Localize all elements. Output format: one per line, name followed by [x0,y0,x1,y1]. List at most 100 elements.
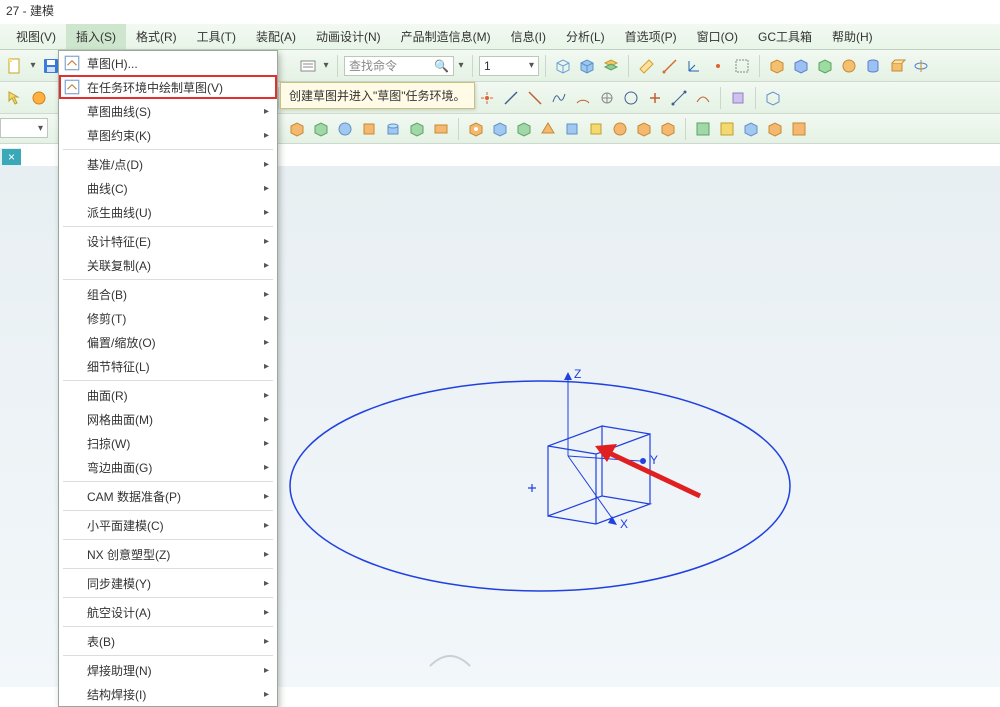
feature-icon[interactable] [489,118,511,140]
feature-icon[interactable] [633,118,655,140]
line-icon[interactable] [500,87,522,109]
feature-icon[interactable] [382,118,404,140]
center-icon[interactable] [596,87,618,109]
menu-tools[interactable]: 工具(T) [187,24,246,49]
menu-window[interactable]: 窗口(O) [687,24,748,49]
chevron-down-icon[interactable]: ▾ [321,60,331,71]
wireframe-cube-icon[interactable] [552,55,574,77]
dropdown-item[interactable]: 偏置/缩放(O)▸ [59,330,277,354]
feature-icon[interactable] [585,118,607,140]
menu-assembly[interactable]: 装配(A) [246,24,306,49]
transparent-cube-icon[interactable] [762,87,784,109]
menu-gctoolkit[interactable]: GC工具箱 [748,24,822,49]
dropdown-item[interactable]: 草图曲线(S)▸ [59,99,277,123]
dropdown-item[interactable]: 表(B)▸ [59,629,277,653]
shaded-cube-icon[interactable] [576,55,598,77]
feature-icon[interactable] [286,118,308,140]
curve-edit-icon[interactable] [692,87,714,109]
dropdown-item[interactable]: NX 创意塑型(Z)▸ [59,542,277,566]
diag-line-icon[interactable] [524,87,546,109]
dropdown-item[interactable]: 修剪(T)▸ [59,306,277,330]
cube-orange-icon[interactable] [766,55,788,77]
feature-icon[interactable] [334,118,356,140]
menu-analysis[interactable]: 分析(L) [556,24,615,49]
dropdown-item[interactable]: 结构焊接(I)▸ [59,682,277,706]
feature-icon[interactable] [465,118,487,140]
snap-point-icon[interactable] [476,87,498,109]
point-icon[interactable] [707,55,729,77]
feature-icon[interactable] [788,118,810,140]
command-icon[interactable] [297,55,319,77]
dropdown-item[interactable]: 组合(B)▸ [59,282,277,306]
dropdown-item[interactable]: 弯边曲面(G)▸ [59,455,277,479]
chevron-down-icon[interactable]: ▾ [28,60,38,71]
dropdown-item[interactable]: 曲线(C)▸ [59,176,277,200]
dropdown-item[interactable]: 草图(H)... [59,51,277,75]
feature-icon[interactable] [406,118,428,140]
feature-icon[interactable] [561,118,583,140]
tab-item[interactable]: × [2,149,21,165]
circle-icon[interactable] [620,87,642,109]
menu-view[interactable]: 视图(V) [6,24,66,49]
feature-icon[interactable] [764,118,786,140]
dropdown-item[interactable]: 同步建模(Y)▸ [59,571,277,595]
combo-1[interactable]: 1 ▾ [479,56,539,76]
dropdown-item[interactable]: 在任务环境中绘制草图(V) [59,75,277,99]
feature-icon[interactable] [430,118,452,140]
close-icon[interactable]: × [8,150,15,164]
spline-icon[interactable] [548,87,570,109]
sphere-icon[interactable] [28,87,50,109]
feature-icon[interactable] [358,118,380,140]
cylinder-icon[interactable] [862,55,884,77]
menu-animation[interactable]: 动画设计(N) [306,24,391,49]
feature-icon[interactable] [513,118,535,140]
feature-icon[interactable] [740,118,762,140]
menu-insert[interactable]: 插入(S) [66,24,126,49]
plus-icon[interactable] [644,87,666,109]
cube-green-icon[interactable] [814,55,836,77]
datum-axis-icon[interactable] [659,55,681,77]
dropdown-item[interactable]: 设计特征(E)▸ [59,229,277,253]
feature-icon[interactable] [310,118,332,140]
dropdown-item[interactable]: 焊接助理(N)▸ [59,658,277,682]
feature-icon[interactable] [657,118,679,140]
dropdown-item[interactable]: 基准/点(D)▸ [59,152,277,176]
dropdown-item[interactable]: 派生曲线(U)▸ [59,200,277,224]
chevron-down-icon[interactable]: ▾ [456,60,466,71]
filter-body-icon[interactable] [727,87,749,109]
arc-icon[interactable] [572,87,594,109]
dropdown-item[interactable]: 细节特征(L)▸ [59,354,277,378]
dropdown-item[interactable]: 网格曲面(M)▸ [59,407,277,431]
layers-icon[interactable] [600,55,622,77]
menu-help[interactable]: 帮助(H) [822,24,883,49]
menu-pmi[interactable]: 产品制造信息(M) [391,24,501,49]
chevron-right-icon: ▸ [264,414,269,425]
menu-preferences[interactable]: 首选项(P) [615,24,687,49]
dropdown-item[interactable]: 航空设计(A)▸ [59,600,277,624]
menu-format[interactable]: 格式(R) [126,24,187,49]
extrude-icon[interactable] [886,55,908,77]
datum-plane-icon[interactable] [635,55,657,77]
edge-icon[interactable] [668,87,690,109]
dropdown-item[interactable]: 扫掠(W)▸ [59,431,277,455]
chevron-right-icon: ▸ [264,106,269,117]
revolve-icon[interactable] [910,55,932,77]
menu-info[interactable]: 信息(I) [501,24,556,49]
feature-icon[interactable] [716,118,738,140]
doc-icon[interactable] [4,55,26,77]
sphere-icon[interactable] [838,55,860,77]
dropdown-item[interactable]: 小平面建模(C)▸ [59,513,277,537]
feature-icon[interactable] [692,118,714,140]
dropdown-item[interactable]: 关联复制(A)▸ [59,253,277,277]
search-input[interactable]: 查找命令 🔍 [344,56,454,76]
selection-icon[interactable] [4,87,26,109]
dropdown-item[interactable]: 曲面(R)▸ [59,383,277,407]
csys-icon[interactable] [683,55,705,77]
generic-tool-icon[interactable] [731,55,753,77]
feature-icon[interactable] [537,118,559,140]
cube-blue-icon[interactable] [790,55,812,77]
left-combo[interactable]: ▾ [0,118,48,138]
dropdown-item[interactable]: 草图约束(K)▸ [59,123,277,147]
dropdown-item[interactable]: CAM 数据准备(P)▸ [59,484,277,508]
feature-icon[interactable] [609,118,631,140]
